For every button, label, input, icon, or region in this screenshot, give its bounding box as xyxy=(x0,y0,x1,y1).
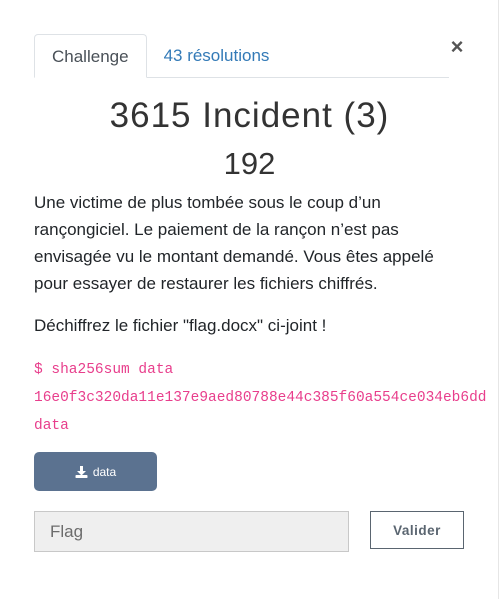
flag-input[interactable] xyxy=(34,511,349,552)
challenge-modal: Challenge 43 résolutions × 3615 Incident… xyxy=(0,0,499,599)
download-label: data xyxy=(92,464,117,479)
tab-solves[interactable]: 43 résolutions xyxy=(147,34,287,77)
code-line: $ sha256sum data xyxy=(34,362,174,378)
download-icon xyxy=(75,465,88,478)
code-block: $ sha256sum data 16e0f3c320da11e137e9aed8… xyxy=(34,356,486,440)
code-line: data xyxy=(34,418,69,434)
submit-button[interactable]: Valider xyxy=(370,511,464,549)
challenge-points: 192 xyxy=(223,146,276,181)
description-text: Une victime de plus tombée sous le coup … xyxy=(34,193,434,293)
challenge-description: Une victime de plus tombée sous le coup … xyxy=(34,189,454,339)
close-button[interactable]: × xyxy=(446,34,468,60)
download-file-button[interactable]: data xyxy=(34,452,157,491)
code-line: 16e0f3c320da11e137e9aed80788e44c385f60a5… xyxy=(34,390,487,406)
tab-bar: Challenge 43 résolutions xyxy=(34,34,449,78)
tab-challenge[interactable]: Challenge xyxy=(34,34,147,78)
instruction-text: Déchiffrez le fichier "flag.docx" ci-joi… xyxy=(34,316,327,335)
challenge-title: 3615 Incident (3) xyxy=(109,96,390,135)
